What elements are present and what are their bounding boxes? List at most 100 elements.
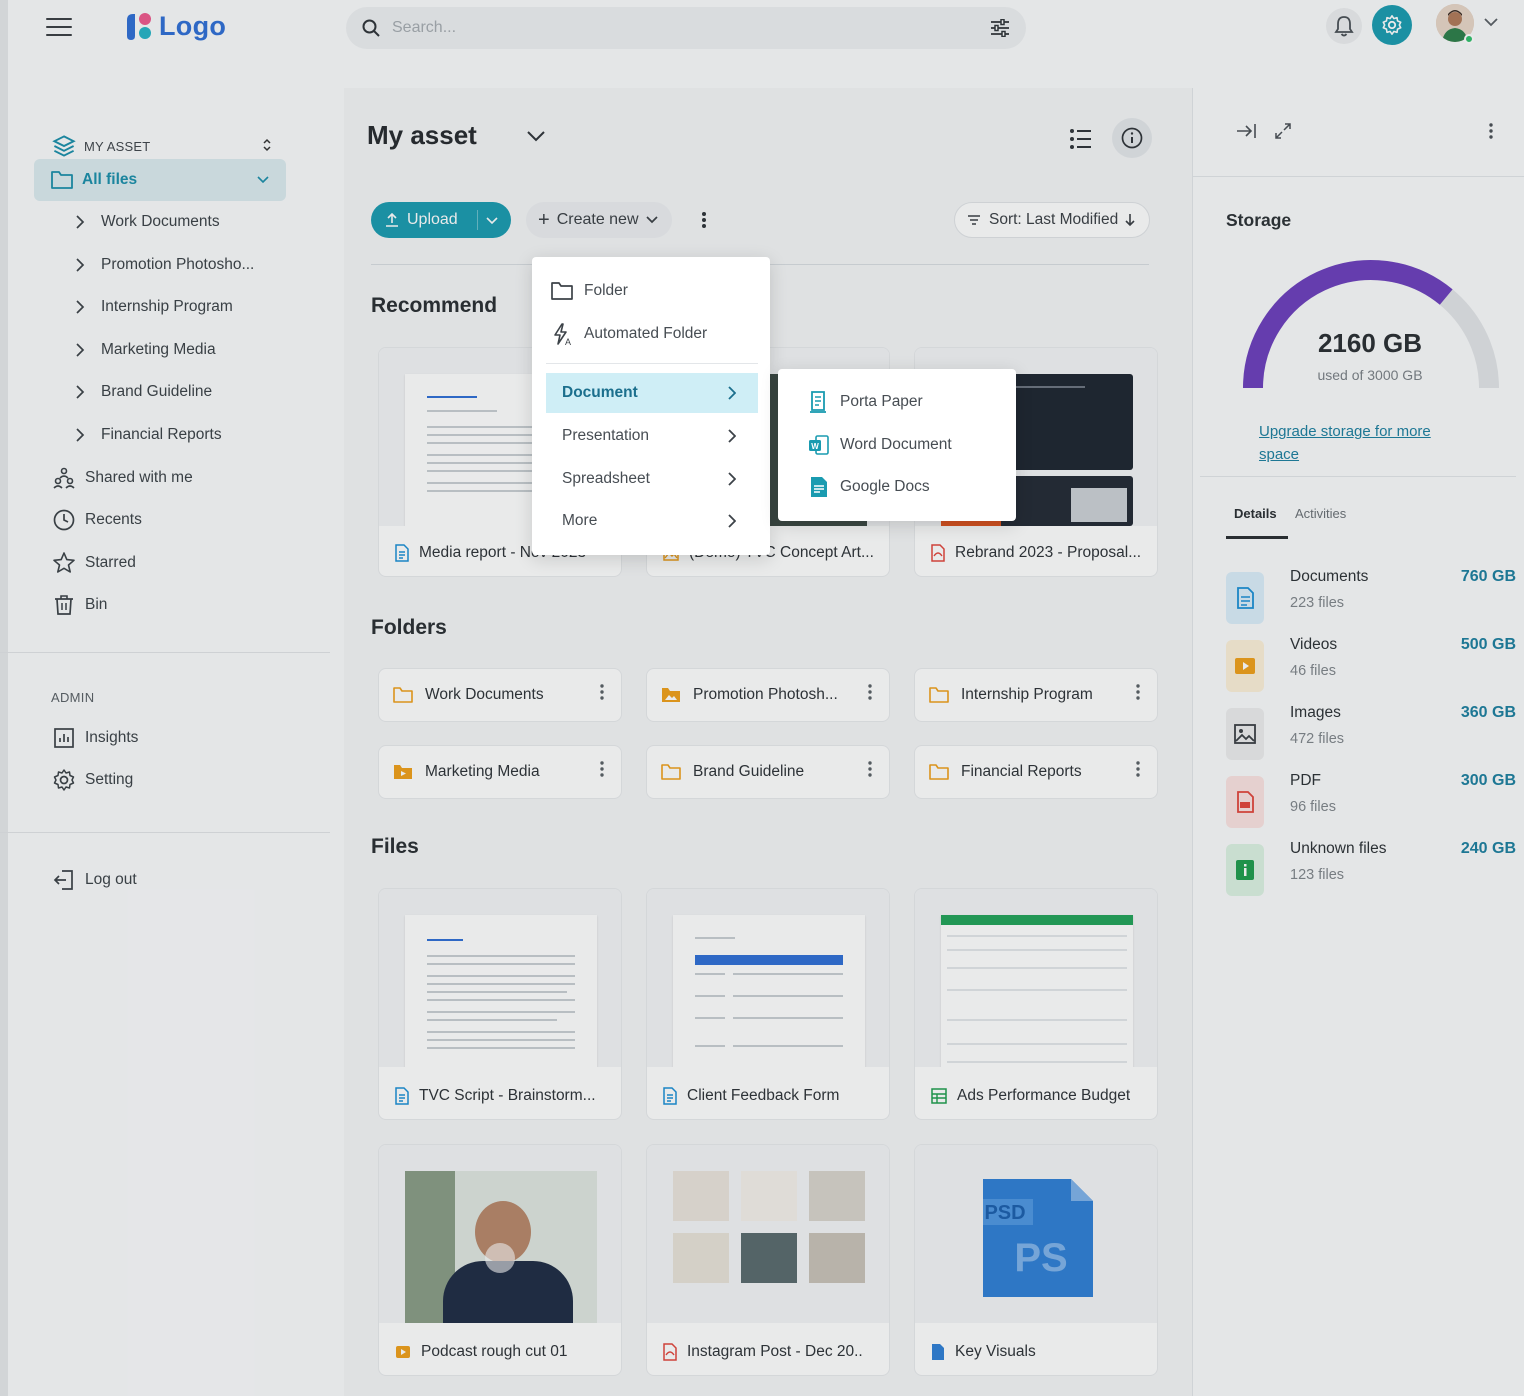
search-bar[interactable] <box>346 7 1026 49</box>
chevron-down-icon[interactable] <box>526 128 546 144</box>
sidebar-item-label: Recents <box>85 511 142 528</box>
chevron-down-icon <box>645 216 658 224</box>
more-options-icon[interactable] <box>867 760 873 778</box>
folder-label: Financial Reports <box>961 763 1082 780</box>
hamburger-menu-icon[interactable] <box>46 17 72 37</box>
more-options-icon[interactable] <box>1135 760 1141 778</box>
sidebar-item-internship-program[interactable]: Internship Program <box>70 287 233 327</box>
more-options-icon[interactable] <box>1135 683 1141 701</box>
info-icon[interactable] <box>1112 118 1152 158</box>
file-card-client-feedback[interactable]: Client Feedback Form <box>646 888 890 1120</box>
sidebar-item-financial-reports[interactable]: Financial Reports <box>70 415 222 455</box>
google-docs-icon <box>811 477 827 497</box>
sidebar-item-bin[interactable]: Bin <box>52 585 107 625</box>
storage-item-count: 96 files <box>1290 799 1336 815</box>
chevron-right-icon <box>70 214 90 230</box>
more-options-icon[interactable] <box>1488 122 1494 140</box>
sidebar-item-brand-guideline[interactable]: Brand Guideline <box>70 372 212 412</box>
folder-promotion-photoshoot[interactable]: Promotion Photosh... <box>646 668 890 722</box>
spreadsheet-thumbnail <box>915 889 1157 1067</box>
sidebar-item-promotion-photoshoot[interactable]: Promotion Photosho... <box>70 245 254 285</box>
tab-details[interactable]: Details <box>1234 506 1277 521</box>
create-new-button[interactable]: + Create new <box>526 202 672 238</box>
sidebar-item-work-documents[interactable]: Work Documents <box>70 202 220 242</box>
chevron-down-icon[interactable] <box>485 213 499 227</box>
file-card-instagram-post[interactable]: Instagram Post - Dec 20.. <box>646 1144 890 1376</box>
sidebar-item-label: Shared with me <box>85 469 193 486</box>
word-doc-icon: W <box>809 435 829 455</box>
submenu-item-google-docs[interactable]: Google Docs <box>808 467 930 507</box>
image-folder-icon <box>662 688 680 702</box>
chevron-down-icon[interactable] <box>256 172 270 186</box>
folder-icon <box>393 687 413 703</box>
chevron-right-icon <box>70 427 90 443</box>
folder-work-documents[interactable]: Work Documents <box>378 668 622 722</box>
file-card-tvc-script[interactable]: TVC Script - Brainstorm... <box>378 888 622 1120</box>
folder-brand-guideline[interactable]: Brand Guideline <box>646 745 890 799</box>
storage-item-size: 300 GB <box>1460 772 1516 789</box>
menu-item-folder[interactable]: Folder <box>546 271 758 311</box>
active-tab-indicator <box>1226 536 1288 539</box>
file-card-key-visuals[interactable]: PSD PS Key Visuals <box>914 1144 1158 1376</box>
image-grid-thumbnail <box>647 1145 889 1323</box>
storage-item-name: PDF <box>1290 772 1321 789</box>
menu-item-presentation[interactable]: Presentation <box>546 416 758 456</box>
folder-financial-reports[interactable]: Financial Reports <box>914 745 1158 799</box>
collapse-panel-icon[interactable] <box>1236 122 1258 140</box>
more-options-icon[interactable] <box>599 760 605 778</box>
menu-item-more[interactable]: More <box>546 501 758 541</box>
storage-item-size: 760 GB <box>1460 568 1516 585</box>
more-options-icon[interactable] <box>599 683 605 701</box>
expand-icon[interactable] <box>1274 122 1292 140</box>
list-view-icon[interactable] <box>1068 126 1094 152</box>
chevron-down-icon[interactable] <box>1483 16 1499 28</box>
folder-marketing-media[interactable]: Marketing Media <box>378 745 622 799</box>
menu-item-document[interactable]: Document <box>546 373 758 413</box>
arrow-down-icon <box>1125 214 1135 227</box>
sidebar-item-setting[interactable]: Setting <box>52 760 133 800</box>
logo-icon <box>127 13 151 40</box>
video-icon <box>1226 640 1264 692</box>
online-status-dot <box>1464 34 1474 44</box>
menu-item-label: Folder <box>584 282 628 299</box>
sidebar-item-marketing-media[interactable]: Marketing Media <box>70 330 216 370</box>
menu-item-automated-folder[interactable]: A Automated Folder <box>546 314 758 354</box>
file-card-ads-budget[interactable]: Ads Performance Budget <box>914 888 1158 1120</box>
storage-item-images: Images 472 files 360 GB <box>1226 704 1516 760</box>
submenu-item-word-document[interactable]: W Word Document <box>808 425 952 465</box>
storage-heading: Storage <box>1226 210 1292 230</box>
sidebar-item-all-files[interactable]: All files <box>34 159 286 201</box>
chevron-right-icon <box>70 342 90 358</box>
sidebar-item-starred[interactable]: Starred <box>52 543 136 583</box>
upload-button[interactable]: Upload <box>371 202 511 238</box>
folder-internship-program[interactable]: Internship Program <box>914 668 1158 722</box>
folder-label: Marketing Media <box>425 763 540 780</box>
search-input[interactable] <box>392 16 952 40</box>
more-options-icon[interactable] <box>867 683 873 701</box>
settings-gear-icon[interactable] <box>1372 5 1412 45</box>
sidebar-item-recents[interactable]: Recents <box>52 500 142 540</box>
card-label: TVC Script - Brainstorm... <box>419 1087 596 1104</box>
card-label: Instagram Post - Dec 20.. <box>687 1343 863 1360</box>
app-logo[interactable]: Logo <box>123 10 226 42</box>
document-submenu: Porta Paper W Word Document Google Docs <box>778 369 1016 521</box>
upgrade-storage-link[interactable]: Upgrade storage for more space <box>1259 420 1459 466</box>
logout-label: Log out <box>85 871 137 888</box>
logout-icon <box>53 870 73 890</box>
menu-item-spreadsheet[interactable]: Spreadsheet <box>546 459 758 499</box>
submenu-item-label: Google Docs <box>840 478 930 495</box>
more-options-icon[interactable] <box>692 206 716 234</box>
sidebar-item-insights[interactable]: Insights <box>52 718 138 758</box>
sidebar-item-label: Work Documents <box>101 213 220 230</box>
logout-button[interactable]: Log out <box>52 860 137 900</box>
filter-sliders-icon[interactable] <box>990 19 1010 37</box>
file-card-podcast[interactable]: Podcast rough cut 01 <box>378 1144 622 1376</box>
sidebar-item-shared-with-me[interactable]: Shared with me <box>52 458 193 498</box>
notification-bell-icon[interactable] <box>1326 8 1362 44</box>
menu-item-label: Spreadsheet <box>562 470 650 487</box>
submenu-item-porta-paper[interactable]: Porta Paper <box>808 382 923 422</box>
chevron-right-icon <box>70 299 90 315</box>
porta-paper-icon <box>810 391 826 413</box>
tab-activities[interactable]: Activities <box>1295 506 1346 521</box>
sort-button[interactable]: Sort: Last Modified <box>954 202 1150 238</box>
